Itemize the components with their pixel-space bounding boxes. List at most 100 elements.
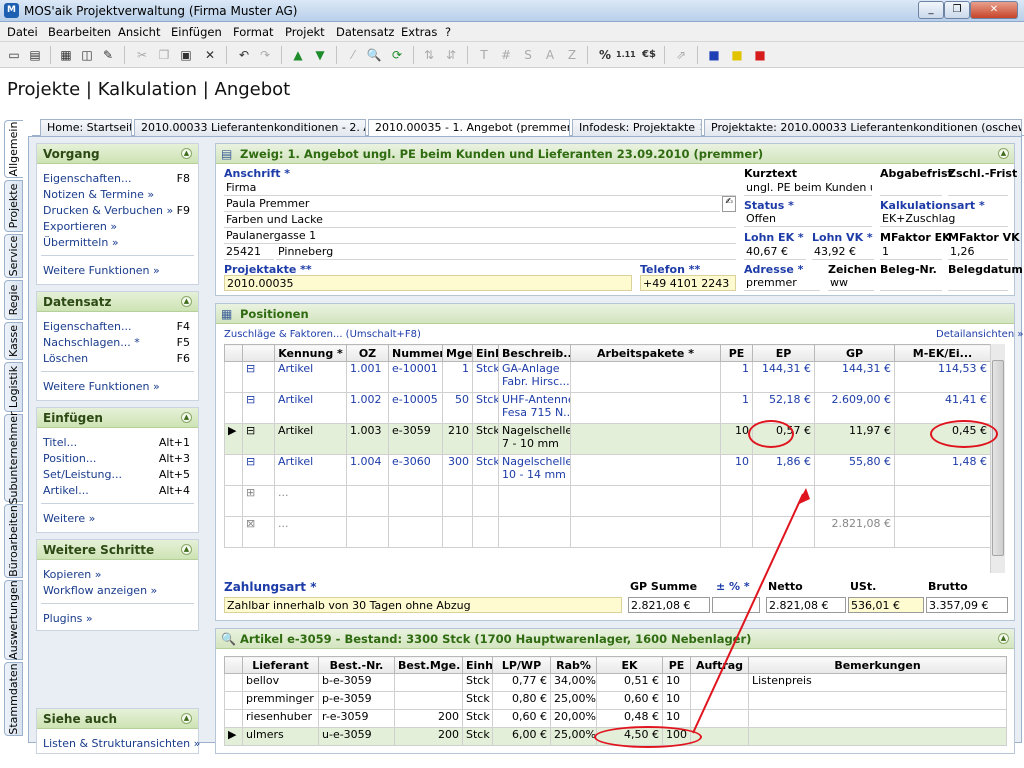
cell-lp-wp[interactable]: 0,80 € (492, 691, 551, 710)
cell-oz[interactable]: 1.003 (346, 423, 389, 455)
cell-pe[interactable] (720, 485, 753, 517)
task-exportieren[interactable]: Exportieren » (43, 220, 117, 233)
vtab-bueroarbeiten[interactable]: Büroarbeiten (4, 504, 23, 578)
vtab-logistik[interactable]: Logistik (4, 362, 23, 412)
task-weitere[interactable]: Weitere » (43, 512, 95, 525)
cell-m-ek[interactable]: 114,53 € (894, 361, 991, 393)
zuschlaege-link[interactable]: Zuschläge & Faktoren... (Umschalt+F8) (224, 329, 421, 340)
cell-oz[interactable]: 1.002 (346, 392, 389, 424)
task-uebermitteln[interactable]: Übermitteln » (43, 236, 119, 249)
tab-home[interactable]: Home: Startseite (40, 119, 132, 136)
vtab-projekte[interactable]: Projekte (4, 180, 23, 232)
collapse-icon[interactable]: ▲ (181, 296, 192, 307)
tree-toggle-icon[interactable]: ⊟ (242, 454, 275, 486)
cell-lieferant[interactable]: riesenhuber (242, 709, 319, 728)
cell-lp-wp[interactable]: 6,00 € (492, 727, 551, 746)
col-nummer[interactable]: Nummer * (388, 344, 443, 362)
status-field[interactable]: Offen (744, 211, 872, 227)
cell-mge[interactable]: 50 (442, 392, 473, 424)
cell-bemerkungen[interactable] (748, 691, 1007, 710)
cell-beschreibung[interactable]: Nagelschellen10 - 14 mm (498, 454, 571, 486)
cell-gp[interactable] (814, 485, 895, 517)
menu-projekt[interactable]: Projekt (285, 25, 325, 39)
print-icon[interactable]: ◫ (78, 46, 96, 64)
zeichen-field[interactable]: ww (828, 275, 874, 291)
cell-ep[interactable]: 1,86 € (752, 454, 815, 486)
print-preview-icon[interactable]: ▦ (57, 46, 75, 64)
cell-kennung[interactable]: Artikel (274, 454, 347, 486)
cell-nummer[interactable]: e-10005 (388, 392, 443, 424)
cell-bemerkungen[interactable] (748, 709, 1007, 728)
telefon-field[interactable]: +49 4101 2243 (640, 275, 736, 291)
cell-rab[interactable]: 20,00% (550, 709, 597, 728)
lohn-vk-field[interactable]: 43,92 € (812, 244, 874, 260)
menu-bearbeiten[interactable]: Bearbeiten (48, 25, 111, 39)
address-line-2[interactable]: Paula Premmer (224, 196, 720, 212)
cell-nummer[interactable]: e-10001 (388, 361, 443, 393)
kalkulationsart-field[interactable]: EK+Zuschlag (880, 211, 1008, 227)
z-icon[interactable]: Z (563, 46, 581, 64)
cell-einh[interactable]: Stck (462, 709, 493, 728)
undo-icon[interactable]: ↶ (235, 46, 253, 64)
redo-icon[interactable]: ↷ (256, 46, 274, 64)
tree-toggle-icon[interactable]: ⊟ (242, 423, 275, 455)
cell-pe[interactable]: 1 (720, 361, 753, 393)
cell-auftrag[interactable] (690, 691, 749, 710)
col-pe[interactable]: PE (720, 344, 753, 362)
cell-best-mge[interactable] (394, 691, 463, 710)
col-gp[interactable]: GP (814, 344, 895, 362)
cell-mge[interactable]: 1 (442, 361, 473, 393)
task-position[interactable]: Position... (43, 452, 96, 465)
cell-arbeitspakete[interactable] (570, 392, 721, 424)
task-ds-eigenschaften[interactable]: Eigenschaften... (43, 320, 131, 333)
cell-best-mge[interactable]: 200 (394, 727, 463, 746)
vtab-kasse[interactable]: Kasse (4, 322, 23, 360)
cell-auftrag[interactable] (690, 709, 749, 728)
cell-oz[interactable] (346, 485, 389, 517)
edit-icon[interactable]: ⁄ (344, 46, 362, 64)
detailansichten-link[interactable]: Detailansichten » (936, 329, 1023, 340)
address-line-3[interactable]: Farben und Lacke (224, 212, 736, 228)
cell-rab[interactable]: 34,00% (550, 673, 597, 692)
search-icon[interactable]: 🔍 (365, 46, 383, 64)
kurztext-field[interactable]: ungl. PE beim Kunden und (744, 180, 872, 196)
maximize-button[interactable]: ❐ (944, 1, 970, 19)
col-beschreibung[interactable]: Beschreib... (498, 344, 571, 362)
cell-ep[interactable]: 52,18 € (752, 392, 815, 424)
task-loeschen[interactable]: Löschen (43, 352, 88, 365)
col-rab[interactable]: Rab% (550, 656, 597, 674)
menu-datensatz[interactable]: Datensatz (336, 25, 394, 39)
new-row-icon[interactable]: ⊞ (242, 485, 275, 517)
refresh-icon[interactable]: ⟳ (388, 46, 406, 64)
cell-ek[interactable]: 0,48 € (596, 709, 663, 728)
cell-gp[interactable]: 55,80 € (814, 454, 895, 486)
address-line-4[interactable]: Paulanergasse 1 (224, 228, 736, 244)
cell-kennung[interactable]: Artikel (274, 361, 347, 393)
cell-lp-wp[interactable]: 0,60 € (492, 709, 551, 728)
task-artikel[interactable]: Artikel... (43, 484, 89, 497)
address-lookup-icon[interactable]: ✍ (722, 196, 736, 212)
cell-mge[interactable] (442, 485, 473, 517)
plz-field[interactable]: 25421 (224, 244, 274, 260)
col-kennung[interactable]: Kennung * (274, 344, 347, 362)
cell-best-nr[interactable]: p-e-3059 (318, 691, 395, 710)
col-einh[interactable]: Einh (462, 656, 493, 674)
cell-pe[interactable]: 1 (720, 392, 753, 424)
percent-icon[interactable]: % (596, 46, 614, 64)
cell-beschreibung[interactable]: UHF-Antenne Fesa 715 N... (498, 392, 571, 424)
cut-icon[interactable]: ✂ (133, 46, 151, 64)
cell-mge[interactable]: 210 (442, 423, 473, 455)
cell-best-mge[interactable] (394, 673, 463, 692)
col-best-mge[interactable]: Best.Mge. (394, 656, 463, 674)
sort-desc-icon[interactable]: ⇵ (442, 46, 460, 64)
col-lieferant[interactable]: Lieferant (242, 656, 319, 674)
cell-best-nr[interactable]: r-e-3059 (318, 709, 395, 728)
cell-nummer[interactable] (388, 485, 443, 517)
cell-arbeitspakete[interactable] (570, 485, 721, 517)
task-listen[interactable]: Listen & Strukturansichten » (43, 737, 200, 750)
cell-bemerkungen[interactable] (748, 727, 1007, 746)
cell-pe[interactable]: 10 (662, 691, 691, 710)
table-row-new[interactable]: ⊞ ... (224, 485, 991, 517)
positionen-scrollbar[interactable] (990, 344, 1005, 573)
tree-toggle-icon[interactable]: ⊟ (242, 361, 275, 393)
